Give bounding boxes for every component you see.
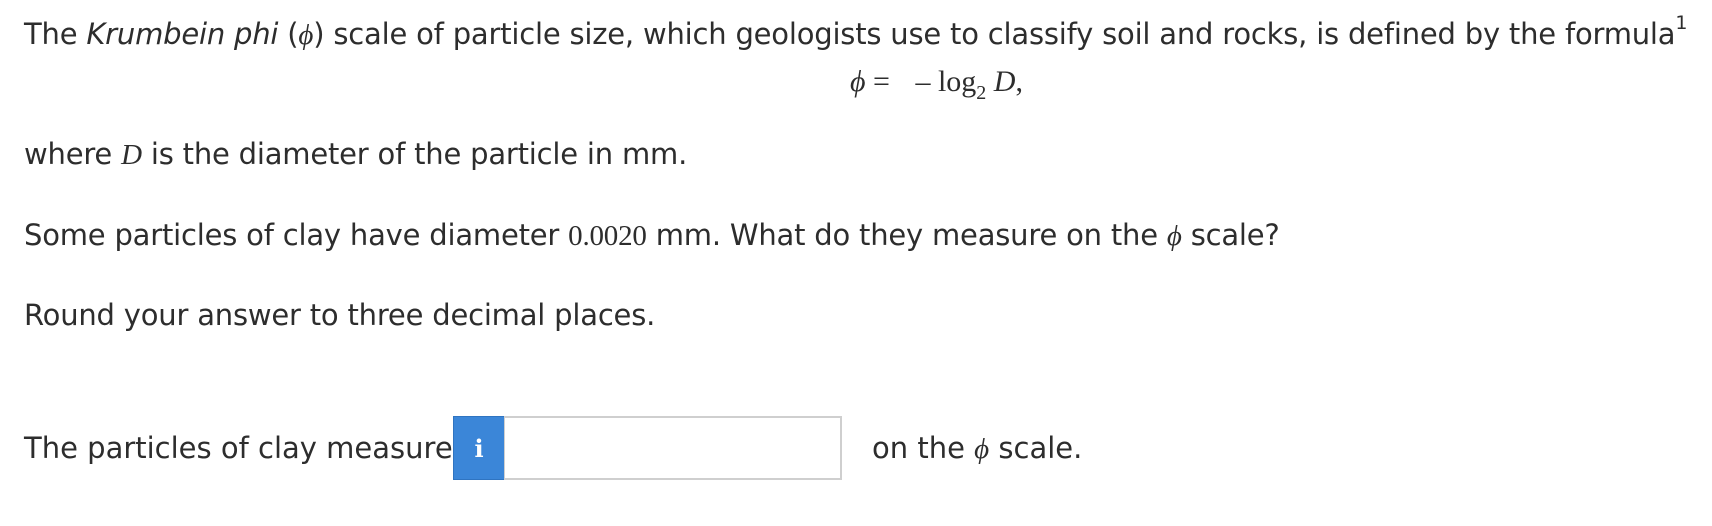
where-prefix: where bbox=[24, 137, 122, 171]
formula-log: log bbox=[937, 65, 977, 98]
phi-symbol: ϕ bbox=[974, 433, 990, 465]
formula-comma: , bbox=[1015, 65, 1023, 98]
answer-trail-suffix: scale. bbox=[989, 431, 1083, 465]
formula-log-base: 2 bbox=[976, 82, 987, 104]
question-middle: mm. What do they measure on the bbox=[646, 218, 1167, 252]
question-suffix: scale? bbox=[1181, 218, 1280, 252]
where-text: is the diameter of the particle in mm. bbox=[141, 137, 688, 171]
diameter-value: 0.0020 bbox=[568, 220, 647, 252]
formula-equals: = bbox=[865, 65, 898, 98]
footnote-marker[interactable]: 1 bbox=[1675, 12, 1687, 34]
answer-input[interactable] bbox=[504, 416, 842, 480]
formula-phi: ϕ bbox=[850, 65, 866, 98]
intro-term-open: ( bbox=[278, 17, 299, 51]
intro-prefix: The bbox=[24, 17, 87, 51]
answer-trail-text: on the ϕ scale. bbox=[872, 430, 1082, 467]
formula-minus: – bbox=[915, 65, 938, 98]
krumbein-phi-term: Krumbein phi bbox=[86, 17, 279, 51]
intro-text: scale of particle size, which geologists… bbox=[324, 17, 1676, 51]
intro-paragraph: The Krumbein phi (ϕ) scale of particle s… bbox=[24, 14, 1687, 53]
instruction-line: Round your answer to three decimal place… bbox=[24, 298, 656, 332]
phi-symbol: ϕ bbox=[1166, 220, 1182, 252]
intro-term-close: ) bbox=[313, 17, 325, 51]
formula: ϕ = – log2 D, bbox=[850, 62, 1023, 105]
question-prefix: Some particles of clay have diameter bbox=[24, 218, 569, 252]
question-line: Some particles of clay have diameter 0.0… bbox=[24, 217, 1280, 254]
formula-variable-d: D bbox=[986, 65, 1016, 98]
phi-symbol: ϕ bbox=[298, 19, 314, 51]
variable-d: D bbox=[121, 139, 142, 171]
answer-lead-text: The particles of clay measure bbox=[24, 431, 453, 465]
info-icon-glyph: i bbox=[474, 433, 484, 463]
info-icon[interactable]: i bbox=[453, 416, 505, 480]
answer-trail-prefix: on the bbox=[872, 431, 975, 465]
where-line: where D is the diameter of the particle … bbox=[24, 136, 687, 173]
